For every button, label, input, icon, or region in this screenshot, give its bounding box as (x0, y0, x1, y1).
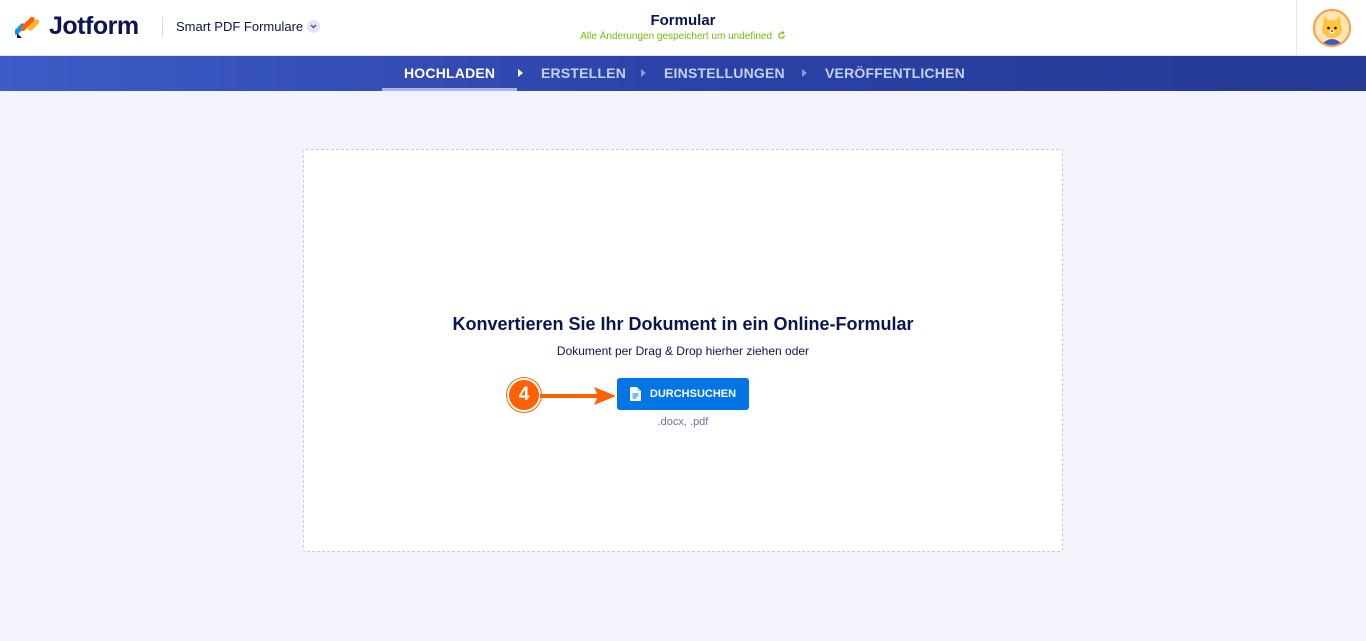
tab-einstellungen[interactable]: EINSTELLUNGEN (664, 56, 785, 91)
tab-erstellen[interactable]: ERSTELLEN (541, 56, 626, 91)
accepted-file-types: .docx, .pdf (657, 416, 709, 428)
app-header: Jotform Smart PDF Formulare Formular All… (0, 0, 1366, 56)
upload-subtitle: Dokument per Drag & Drop hierher ziehen … (556, 344, 810, 358)
tab-veroeffentlichen[interactable]: VERÖFFENTLICHEN (825, 56, 965, 91)
avatar-icon[interactable] (1312, 9, 1351, 47)
caret-right-icon (518, 69, 523, 77)
caret-right-icon (641, 69, 646, 77)
tab-hochladen[interactable]: HOCHLADEN (381, 56, 518, 91)
step-number-badge: 4 (507, 378, 541, 412)
save-status: Alle Änderungen gespeichert um undefined (0, 30, 1366, 42)
browse-button-label: DURCHSUCHEN (649, 388, 737, 400)
upload-dropzone[interactable]: Konvertieren Sie Ihr Dokument in ein Onl… (303, 149, 1063, 552)
wizard-nav: HOCHLADEN ERSTELLEN EINSTELLUNGEN VERÖFF… (0, 56, 1366, 91)
user-menu (1296, 0, 1366, 56)
save-status-text: Alle Änderungen gespeichert um undefined (580, 31, 773, 42)
browse-button[interactable]: DURCHSUCHEN (617, 378, 749, 410)
upload-title: Konvertieren Sie Ihr Dokument in ein Onl… (452, 314, 914, 334)
document-icon (629, 387, 641, 401)
annotation-arrow-icon (540, 387, 616, 405)
refresh-icon (778, 30, 785, 39)
caret-right-icon (802, 69, 807, 77)
